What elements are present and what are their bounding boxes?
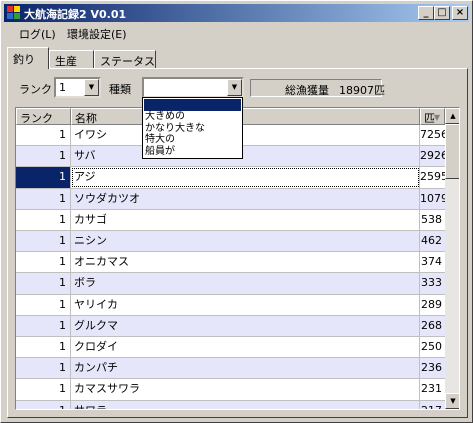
- cell-rank[interactable]: 1: [16, 273, 71, 295]
- cell-name[interactable]: カマスサワラ: [71, 379, 420, 401]
- rank-label: ランク: [19, 83, 52, 96]
- table-row[interactable]: 1ソウダカツオ1079: [16, 188, 445, 210]
- cell-name[interactable]: アジ: [71, 167, 420, 189]
- table-row[interactable]: 1サワラ217: [16, 400, 445, 409]
- table-row[interactable]: 1アジ2595: [16, 167, 445, 189]
- cell-name[interactable]: ニシン: [71, 231, 420, 252]
- scroll-up-button[interactable]: ▲: [445, 108, 459, 124]
- cell-count[interactable]: 7256: [420, 125, 445, 146]
- cell-rank[interactable]: 1: [16, 315, 71, 337]
- kind-dropdown-list: 大きめの かなり大きな 特大の 船員が: [142, 97, 243, 159]
- chevron-down-icon[interactable]: ▼: [227, 79, 242, 96]
- cell-count[interactable]: 250: [420, 337, 445, 358]
- table-row[interactable]: 1 オニカマス 374: [16, 252, 445, 274]
- cell-rank[interactable]: 1: [16, 358, 71, 380]
- total-catch-box: 総漁獲量 18907匹: [250, 79, 385, 97]
- cell-count[interactable]: 462: [420, 231, 445, 252]
- cell-name[interactable]: オニカマス: [71, 252, 420, 274]
- dropdown-option[interactable]: [144, 99, 241, 111]
- cell-count[interactable]: 289: [420, 295, 445, 316]
- cell-name[interactable]: ヤリイカ: [71, 294, 420, 316]
- sort-descending-icon: ▼: [433, 113, 440, 122]
- cell-count[interactable]: 1079: [420, 189, 445, 210]
- kind-label: 種類: [109, 83, 131, 96]
- table-row[interactable]: 1 カンパチ 236: [16, 358, 445, 380]
- cell-count[interactable]: 2926: [420, 146, 445, 167]
- table-row[interactable]: 1 カサゴ 538: [16, 209, 445, 231]
- menu-log[interactable]: ログ(L): [19, 26, 56, 42]
- main-window: 大航海記録2 V0.01 _ □ × ログ(L) 環境設定(E) 釣り 生産 ス…: [0, 0, 473, 423]
- cell-rank[interactable]: 1: [16, 167, 71, 189]
- table-row[interactable]: 1 グルクマ 268: [16, 315, 445, 337]
- cell-rank[interactable]: 1: [16, 125, 71, 146]
- dropdown-option[interactable]: 船員が: [144, 146, 241, 158]
- rank-combo-value: 1: [59, 81, 66, 94]
- cell-rank[interactable]: 1: [16, 146, 71, 168]
- cell-name[interactable]: イワシ: [71, 125, 420, 146]
- vertical-scrollbar[interactable]: ▲ ▼: [445, 108, 459, 409]
- tab-strip: 釣り 生産 ステータス: [7, 47, 467, 69]
- dropdown-option[interactable]: 大きめの: [144, 111, 241, 123]
- cell-name[interactable]: カサゴ: [71, 209, 420, 231]
- cell-rank[interactable]: 1: [16, 337, 71, 358]
- cell-rank[interactable]: 1: [16, 379, 71, 401]
- cell-name[interactable]: カンパチ: [71, 358, 420, 380]
- cell-name[interactable]: クロダイ: [71, 337, 420, 358]
- dropdown-option[interactable]: 特大の: [144, 134, 241, 146]
- table-row[interactable]: 1 カマスサワラ 231: [16, 379, 445, 401]
- cell-count[interactable]: 538: [420, 210, 445, 231]
- cell-rank[interactable]: 1: [16, 252, 71, 274]
- minimize-button[interactable]: _: [418, 6, 434, 20]
- menu-bar: ログ(L) 環境設定(E): [4, 23, 469, 43]
- cell-name[interactable]: ボラ: [71, 273, 420, 295]
- close-button[interactable]: ×: [452, 6, 468, 20]
- cell-count[interactable]: 374: [420, 252, 445, 273]
- tab-status[interactable]: ステータス: [94, 50, 156, 69]
- cell-count[interactable]: 268: [420, 316, 445, 337]
- cell-name[interactable]: グルクマ: [71, 315, 420, 337]
- table-row[interactable]: 1 ボラ 333: [16, 273, 445, 295]
- kind-combo[interactable]: ▼: [142, 77, 244, 98]
- scroll-down-button[interactable]: ▼: [445, 393, 459, 409]
- table-row[interactable]: 1 クロダイ 250: [16, 337, 445, 359]
- cell-rank[interactable]: 1: [16, 294, 71, 316]
- chevron-down-icon[interactable]: ▼: [84, 79, 99, 96]
- cell-name[interactable]: サワラ: [71, 400, 420, 409]
- cell-rank[interactable]: 1: [16, 209, 71, 231]
- tab-fishing[interactable]: 釣り: [7, 47, 49, 69]
- column-header-rank[interactable]: ランク: [16, 108, 71, 125]
- cell-rank[interactable]: 1: [16, 231, 71, 252]
- cell-count[interactable]: 217: [420, 401, 445, 409]
- cell-rank[interactable]: 1: [16, 188, 71, 210]
- rank-combo[interactable]: 1 ▼: [54, 77, 101, 98]
- cell-count[interactable]: 2595: [420, 167, 445, 188]
- menu-settings[interactable]: 環境設定(E): [67, 26, 127, 42]
- window-title: 大航海記録2 V0.01: [24, 8, 127, 21]
- cell-name[interactable]: ソウダカツオ: [71, 188, 420, 210]
- cell-rank[interactable]: 1: [16, 400, 71, 409]
- total-catch-label: 総漁獲量: [285, 84, 329, 97]
- tab-production[interactable]: 生産: [49, 50, 94, 69]
- cell-count[interactable]: 236: [420, 358, 445, 379]
- dropdown-option[interactable]: かなり大きな: [144, 123, 241, 135]
- app-icon: [7, 6, 21, 20]
- total-catch-value: 18907匹: [339, 84, 385, 97]
- table-row[interactable]: 1 ニシン 462: [16, 231, 445, 253]
- cell-count[interactable]: 231: [420, 379, 445, 400]
- maximize-button[interactable]: □: [434, 6, 450, 20]
- title-bar[interactable]: 大航海記録2 V0.01 _ □ ×: [4, 4, 469, 22]
- column-header-name[interactable]: 名称: [71, 108, 420, 125]
- cell-name[interactable]: サバ: [71, 146, 420, 168]
- table-row[interactable]: 1 ヤリイカ 289: [16, 294, 445, 316]
- cell-count[interactable]: 333: [420, 273, 445, 294]
- scroll-thumb[interactable]: [445, 124, 459, 179]
- column-header-count[interactable]: 匹 ▼: [420, 108, 445, 125]
